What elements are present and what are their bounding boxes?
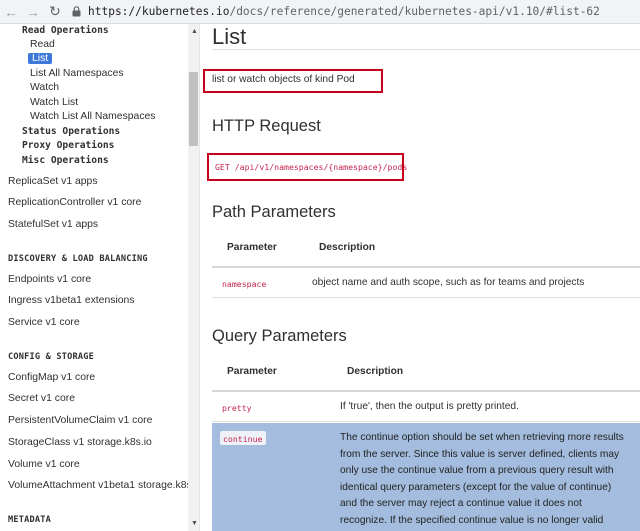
sidebar-item-endpoints[interactable]: Endpoints v1 core bbox=[8, 274, 91, 285]
sidebar-item-watch-list[interactable]: Watch List bbox=[30, 97, 78, 108]
query-param-continue-description: The continue option should be set when r… bbox=[340, 432, 624, 526]
sidebar-item-persistentvolumeclaim[interactable]: PersistentVolumeClaim v1 core bbox=[8, 415, 152, 426]
back-arrow-icon[interactable]: ← bbox=[0, 0, 22, 24]
sidebar-item-replicaset[interactable]: ReplicaSet v1 apps bbox=[8, 176, 98, 187]
path-params-header-divider bbox=[212, 266, 640, 268]
path-params-row-divider bbox=[212, 297, 640, 298]
sidebar-scroll-thumb[interactable] bbox=[189, 72, 198, 146]
query-param-continue-name: continue bbox=[223, 434, 263, 444]
page-title: List bbox=[212, 24, 247, 49]
sidebar-item-volume[interactable]: Volume v1 core bbox=[8, 459, 80, 470]
main-content: List list or watch objects of kind Pod H… bbox=[200, 24, 640, 531]
address-bar[interactable]: https://kubernetes.io/docs/reference/gen… bbox=[70, 0, 600, 24]
url-text: https://kubernetes.io/docs/reference/gen… bbox=[88, 5, 600, 18]
sidebar-category-metadata: METADATA bbox=[8, 515, 51, 525]
sidebar-item-read[interactable]: Read bbox=[30, 39, 55, 50]
scroll-up-arrow-icon[interactable]: ▲ bbox=[191, 28, 198, 35]
annotation-box-description bbox=[203, 69, 383, 93]
url-path: /docs/reference/generated/kubernetes-api… bbox=[229, 5, 600, 18]
sidebar-item-status-operations[interactable]: Status Operations bbox=[22, 126, 120, 137]
sidebar-item-storageclass[interactable]: StorageClass v1 storage.k8s.io bbox=[8, 437, 152, 448]
sidebar-nav: Read Operations Read List List All Names… bbox=[0, 24, 200, 531]
http-request-heading: HTTP Request bbox=[212, 117, 321, 135]
browser-toolbar: ← → ↻ https://kubernetes.io/docs/referen… bbox=[0, 0, 640, 24]
annotation-box-http-request bbox=[207, 153, 404, 181]
query-parameters-heading: Query Parameters bbox=[212, 327, 347, 345]
query-param-pretty-name: pretty bbox=[222, 403, 252, 413]
sidebar-item-list-all-namespaces[interactable]: List All Namespaces bbox=[30, 68, 124, 79]
query-params-row-divider bbox=[212, 421, 640, 422]
query-params-header-parameter: Parameter bbox=[227, 366, 277, 377]
sidebar-item-statefulset[interactable]: StatefulSet v1 apps bbox=[8, 219, 98, 230]
lock-icon bbox=[70, 5, 82, 19]
sidebar-item-secret[interactable]: Secret v1 core bbox=[8, 393, 75, 404]
query-params-header-description: Description bbox=[347, 366, 404, 377]
forward-arrow-icon[interactable]: → bbox=[22, 0, 44, 24]
sidebar-item-service[interactable]: Service v1 core bbox=[8, 317, 80, 328]
path-param-description: object name and auth scope, such as for … bbox=[312, 277, 585, 288]
sidebar-item-read-operations[interactable]: Read Operations bbox=[22, 25, 109, 36]
path-params-header-parameter: Parameter bbox=[227, 242, 277, 253]
sidebar-item-ingress[interactable]: Ingress v1beta1 extensions bbox=[8, 295, 135, 306]
url-host: https://kubernetes.io bbox=[88, 5, 230, 18]
sidebar-item-list[interactable]: List bbox=[28, 53, 53, 64]
path-param-name: namespace bbox=[222, 279, 267, 289]
sidebar-item-configmap[interactable]: ConfigMap v1 core bbox=[8, 372, 95, 383]
reload-icon[interactable]: ↻ bbox=[44, 0, 66, 24]
scroll-down-arrow-icon[interactable]: ▼ bbox=[191, 520, 198, 527]
path-parameters-heading: Path Parameters bbox=[212, 203, 336, 221]
sidebar-category-discovery: DISCOVERY & LOAD BALANCING bbox=[8, 254, 148, 264]
query-params-header-divider bbox=[212, 390, 640, 392]
sidebar-item-volumeattachment[interactable]: VolumeAttachment v1beta1 storage.k8s bbox=[8, 480, 192, 491]
query-param-pretty-description: If 'true', then the output is pretty pri… bbox=[340, 401, 519, 412]
sidebar-item-proxy-operations[interactable]: Proxy Operations bbox=[22, 140, 114, 151]
title-divider bbox=[212, 49, 640, 50]
sidebar-item-misc-operations[interactable]: Misc Operations bbox=[22, 155, 109, 166]
path-params-header-description: Description bbox=[319, 242, 376, 253]
sidebar-item-watch-list-all-namespaces[interactable]: Watch List All Namespaces bbox=[30, 111, 156, 122]
sidebar-category-config-storage: CONFIG & STORAGE bbox=[8, 352, 94, 362]
sidebar-item-watch[interactable]: Watch bbox=[30, 82, 59, 93]
sidebar-item-replicationcontroller[interactable]: ReplicationController v1 core bbox=[8, 197, 141, 208]
